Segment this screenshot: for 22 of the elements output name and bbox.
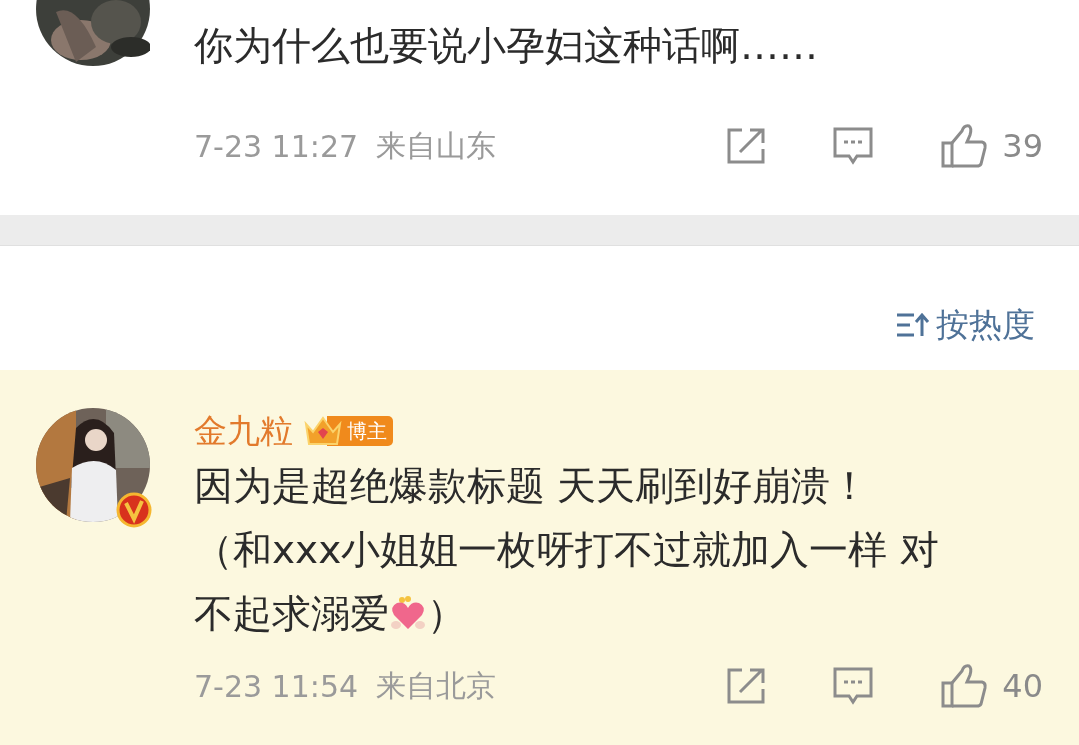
verified-badge-icon [116,492,152,528]
share-icon[interactable] [726,127,767,165]
comment-location: 来自北京 [376,666,497,705]
comment-text: （和xxx小姐姐一枚呀打不过就加入一样 对 [194,526,939,574]
comment-icon[interactable] [832,666,875,706]
sort-button[interactable]: 按热度 [896,302,1035,348]
comment-text: ） [427,590,466,638]
like-count: 39 [1002,127,1043,165]
comment-icon[interactable] [832,126,875,166]
like-icon[interactable] [940,123,989,169]
crown-icon [303,414,343,448]
comment-time: 7-23 11:27 [194,128,359,164]
comment-text: 不起求溺爱 [194,590,389,638]
comment-time: 7-23 11:54 [194,668,359,704]
comment-location: 来自山东 [376,126,497,165]
sort-icon [896,312,930,338]
author-name[interactable]: 金九粒 [194,408,293,454]
share-icon[interactable] [726,667,767,705]
comment-text: 因为是超绝爆款标题 天天刷到好崩溃！ [194,462,870,510]
like-count: 40 [1002,667,1043,705]
comment-text: 你为什么也要说小孕妇这种话啊…… [194,22,818,70]
like-icon[interactable] [940,663,989,709]
